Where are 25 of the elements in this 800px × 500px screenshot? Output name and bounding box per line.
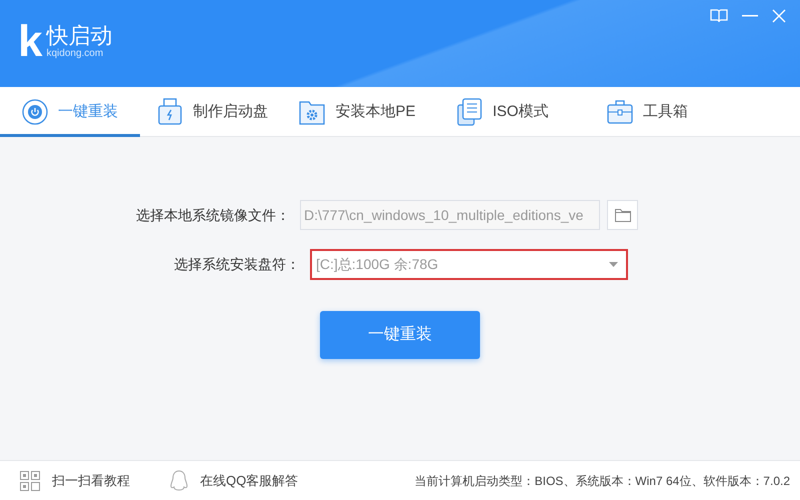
- power-icon: [22, 99, 48, 125]
- footer-link[interactable]: 在线QQ客服解答: [200, 470, 298, 490]
- usb-drive-icon: [157, 98, 183, 126]
- app-domain: kqidong.com: [46, 48, 104, 60]
- qr-code-icon: [20, 470, 40, 490]
- book-icon[interactable]: [710, 8, 728, 24]
- logo-letter: k: [18, 22, 42, 62]
- close-icon[interactable]: [772, 9, 786, 23]
- dropdown-caret-icon: [609, 262, 618, 267]
- tab[interactable]: 工具箱: [575, 87, 720, 137]
- browse-button[interactable]: [607, 200, 638, 230]
- version-status-text: 当前计算机启动类型：BIOS、系统版本：Win7 64位、软件版本：7.0.2: [414, 472, 790, 490]
- app-name: 快启动: [46, 24, 112, 48]
- field-label: 选择系统安装盘符：: [173, 255, 301, 274]
- penguin-icon: [170, 470, 188, 492]
- tab[interactable]: ISO模式: [430, 87, 575, 137]
- field-label: 选择本地系统镜像文件：: [135, 206, 291, 224]
- tab[interactable]: 制作启动盘: [140, 87, 285, 137]
- tab[interactable]: 安装本地PE: [285, 87, 430, 137]
- document-icon: [456, 98, 483, 126]
- toolbox-icon: [607, 99, 633, 125]
- gear-folder-icon: [299, 99, 326, 125]
- minimize-icon[interactable]: [742, 15, 758, 17]
- footer-link[interactable]: 扫一扫看教程: [52, 470, 130, 490]
- folder-icon: [614, 208, 630, 222]
